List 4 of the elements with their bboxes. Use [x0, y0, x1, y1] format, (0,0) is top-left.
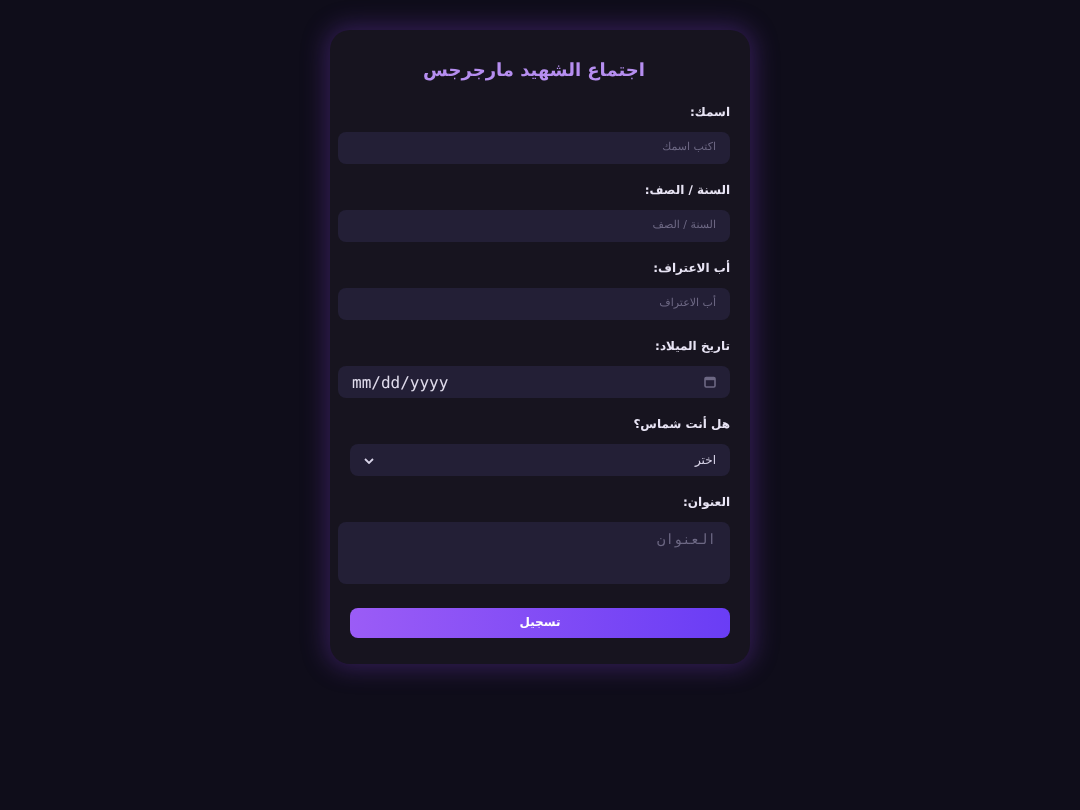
form-title: اجتماع الشهيد مارجرجس [423, 62, 645, 82]
date-field[interactable]: mm/dd/yyyy [338, 366, 730, 398]
calendar-icon[interactable] [704, 376, 716, 388]
caret-icon [364, 457, 374, 463]
